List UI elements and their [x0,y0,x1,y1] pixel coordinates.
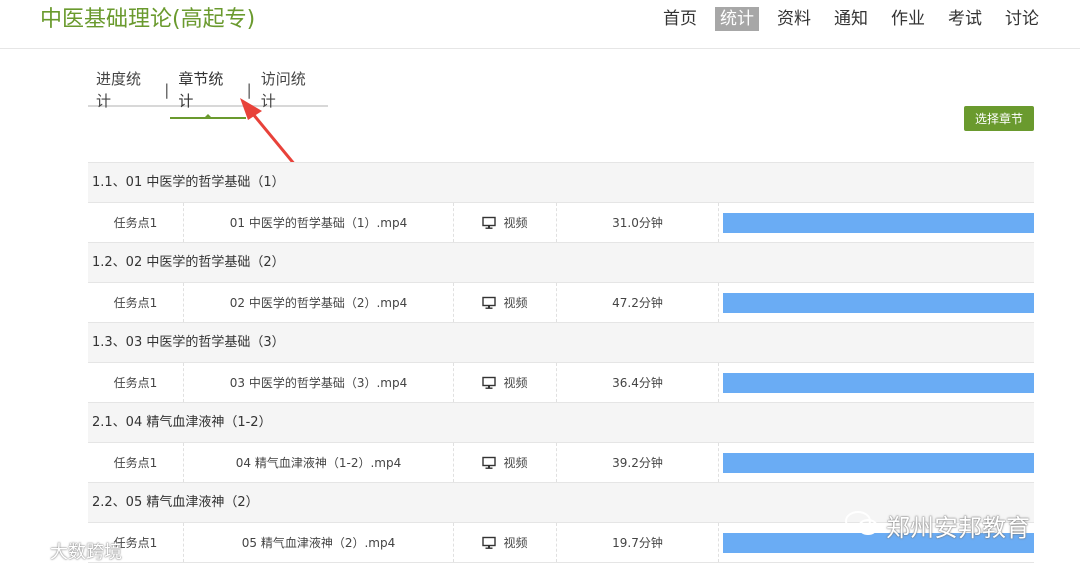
watermark-right-text: 郑州安邦教育 [886,514,1030,542]
nav-home[interactable]: 首页 [658,7,702,31]
stats-subtabs: 进度统计 | 章节统计 | 访问统计 [88,70,328,119]
nav-homework[interactable]: 作业 [886,7,930,31]
duration: 47.2分钟 [557,283,719,322]
duration: 36.4分钟 [557,363,719,402]
task-point: 任务点1 [88,203,184,242]
chapter-header[interactable]: 1.2、02 中医学的哲学基础（2） [88,243,1034,283]
progress-cell [719,443,1034,482]
chapter-stats-table: 1.1、01 中医学的哲学基础（1） 任务点1 01 中医学的哲学基础（1）.m… [88,162,1034,563]
file-name[interactable]: 02 中医学的哲学基础（2）.mp4 [184,283,454,322]
nav-exams[interactable]: 考试 [943,7,987,31]
table-row: 任务点1 04 精气血津液神（1-2）.mp4 视频 39.2分钟 [88,443,1034,483]
progress-bar [723,292,1034,313]
media-type: 视频 [454,443,557,482]
progress-fill [723,212,1034,233]
watermark-left: 大数跨境 [8,538,122,564]
platform-logo-icon [8,539,44,564]
file-name[interactable]: 01 中医学的哲学基础（1）.mp4 [184,203,454,242]
top-bar: 中医基础理论(高起专) 首页 统计 资料 通知 作业 考试 讨论 [0,0,1080,49]
media-type: 视频 [454,523,557,562]
progress-bar [723,452,1034,473]
chapter-header[interactable]: 1.3、03 中医学的哲学基础（3） [88,323,1034,363]
monitor-icon [482,296,497,309]
progress-cell [719,203,1034,242]
media-type-label: 视频 [503,376,528,390]
monitor-icon [482,216,497,229]
progress-cell [719,283,1034,322]
progress-cell [719,363,1034,402]
tab-progress-stats[interactable]: 进度统计 [88,68,163,112]
task-point: 任务点1 [88,363,184,402]
file-name[interactable]: 04 精气血津液神（1-2）.mp4 [184,443,454,482]
wechat-icon [844,509,880,543]
file-name[interactable]: 03 中医学的哲学基础（3）.mp4 [184,363,454,402]
tab-chapter-stats[interactable]: 章节统计 [170,68,246,119]
nav-notices[interactable]: 通知 [829,7,873,31]
table-row: 任务点1 01 中医学的哲学基础（1）.mp4 视频 31.0分钟 [88,203,1034,243]
chapter-header[interactable]: 1.1、01 中医学的哲学基础（1） [88,163,1034,203]
table-row: 任务点1 03 中医学的哲学基础（3）.mp4 视频 36.4分钟 [88,363,1034,403]
monitor-icon [482,536,497,549]
main-nav: 首页 统计 资料 通知 作业 考试 讨论 [645,7,1044,31]
duration: 19.7分钟 [557,523,719,562]
progress-bar [723,212,1034,233]
monitor-icon [482,376,497,389]
tab-separator: | [164,81,170,99]
nav-discussion[interactable]: 讨论 [1000,7,1044,31]
progress-fill [723,372,1034,393]
watermark-left-text: 大数跨境 [50,542,122,563]
nav-statistics[interactable]: 统计 [715,7,759,31]
select-chapter-button[interactable]: 选择章节 [964,106,1034,131]
chapter-header[interactable]: 2.1、04 精气血津液神（1-2） [88,403,1034,443]
tab-separator: | [246,81,252,99]
course-title: 中医基础理论(高起专) [40,7,256,32]
media-type-label: 视频 [503,296,528,310]
table-row: 任务点1 02 中医学的哲学基础（2）.mp4 视频 47.2分钟 [88,283,1034,323]
media-type: 视频 [454,283,557,322]
duration: 31.0分钟 [557,203,719,242]
task-point: 任务点1 [88,443,184,482]
media-type-label: 视频 [503,216,528,230]
progress-bar [723,372,1034,393]
watermark-right: 郑州安邦教育 [844,508,1030,543]
media-type: 视频 [454,203,557,242]
media-type-label: 视频 [503,536,528,550]
task-point: 任务点1 [88,283,184,322]
file-name[interactable]: 05 精气血津液神（2）.mp4 [184,523,454,562]
nav-materials[interactable]: 资料 [772,7,816,31]
progress-fill [723,292,1034,313]
duration: 39.2分钟 [557,443,719,482]
media-type-label: 视频 [503,456,528,470]
progress-fill [723,452,1034,473]
monitor-icon [482,456,497,469]
media-type: 视频 [454,363,557,402]
tab-visit-stats[interactable]: 访问统计 [253,68,328,112]
